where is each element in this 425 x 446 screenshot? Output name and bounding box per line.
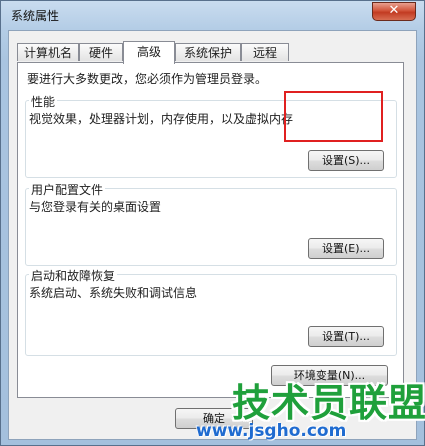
tab-remote[interactable]: 远程 [241,43,289,61]
startup-recovery-settings-button[interactable]: 设置(T)... [308,326,384,347]
tab-computer-name[interactable]: 计算机名 [17,43,79,61]
user-profiles-description: 与您登录有关的桌面设置 [29,200,162,214]
window-title: 系统属性 [11,9,60,23]
highlight-box [284,91,383,142]
tab-system-protection[interactable]: 系统保护 [175,43,241,61]
admin-notice: 要进行大多数更改，您必须作为管理员登录。 [27,72,268,86]
ok-button[interactable]: 确定 [175,408,253,429]
tab-hardware[interactable]: 硬件 [79,43,123,61]
user-profiles-title: 用户配置文件 [29,181,106,198]
performance-description: 视觉效果，处理器计划，内存使用，以及虚拟内存 [29,112,294,126]
tab-advanced[interactable]: 高级 [123,41,175,64]
environment-variables-button[interactable]: 环境变量(N)... [271,365,388,386]
close-icon: ✕ [388,3,400,18]
system-properties-window: 系统属性 ✕ 计算机名 硬件 高级 系统保护 远程 要进行大多数更改，您必须作为… [0,0,425,446]
startup-recovery-title: 启动和故障恢复 [29,267,118,284]
performance-title: 性能 [29,93,58,110]
performance-settings-button[interactable]: 设置(S)... [308,150,384,171]
title-bar: 系统属性 ✕ [1,1,424,29]
user-profiles-group: 用户配置文件 与您登录有关的桌面设置 设置(E)... [25,181,397,266]
startup-recovery-description: 系统启动、系统失败和调试信息 [29,286,198,300]
close-button[interactable]: ✕ [372,2,416,21]
startup-recovery-group: 启动和故障恢复 系统启动、系统失败和调试信息 设置(T)... [25,267,397,356]
user-profiles-settings-button[interactable]: 设置(E)... [308,238,384,259]
